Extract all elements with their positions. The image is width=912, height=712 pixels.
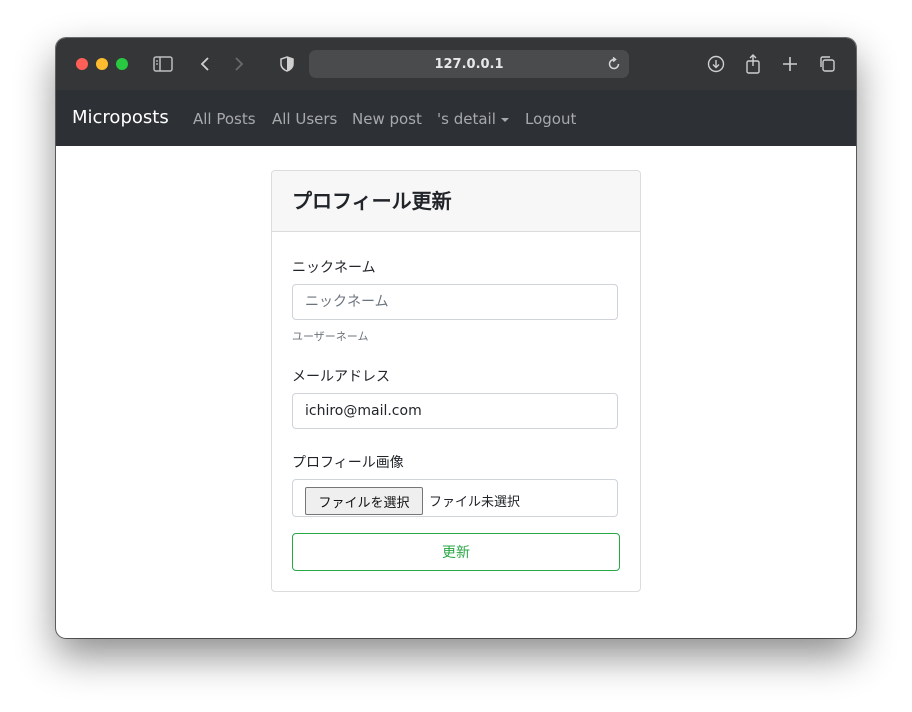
brand-link[interactable]: Microposts	[72, 107, 169, 128]
card-header: プロフィール更新	[272, 171, 640, 232]
email-input[interactable]	[292, 393, 618, 429]
minimize-window-button[interactable]	[96, 58, 108, 70]
nav-logout[interactable]: Logout	[525, 110, 576, 128]
update-button[interactable]: 更新	[292, 533, 620, 571]
browser-window: 127.0.0.1 Microposts All Posts All Users…	[56, 38, 856, 638]
nav-new-post[interactable]: New post	[352, 110, 422, 128]
profile-image-file-input: ファイルを選択 ファイル未選択	[292, 479, 618, 517]
close-window-button[interactable]	[76, 58, 88, 70]
profile-update-card: プロフィール更新 ニックネーム ユーザーネーム メールアドレス プロフィール画像…	[271, 170, 641, 592]
file-status-text: ファイル未選択	[429, 495, 521, 510]
site-navbar: Microposts All Posts All Users New post …	[56, 90, 856, 146]
nav-all-posts[interactable]: All Posts	[193, 110, 256, 128]
shield-icon[interactable]	[276, 53, 298, 75]
url-text: 127.0.0.1	[434, 56, 504, 72]
browser-toolbar: 127.0.0.1	[56, 38, 856, 91]
reload-icon[interactable]	[607, 56, 621, 76]
page-title: プロフィール更新	[292, 189, 452, 213]
nickname-input[interactable]	[292, 284, 618, 320]
nickname-label: ニックネーム	[292, 260, 376, 276]
tabs-icon[interactable]	[816, 53, 838, 75]
nickname-help-text: ユーザーネーム	[292, 330, 369, 343]
chevron-right-icon[interactable]	[228, 53, 250, 75]
address-bar[interactable]: 127.0.0.1	[309, 50, 629, 78]
zoom-window-button[interactable]	[116, 58, 128, 70]
sidebar-icon[interactable]	[152, 53, 174, 75]
share-icon[interactable]	[742, 53, 764, 75]
download-icon[interactable]	[705, 53, 727, 75]
caret-down-icon	[501, 118, 509, 122]
choose-file-button[interactable]: ファイルを選択	[305, 487, 423, 515]
email-label: メールアドレス	[292, 369, 390, 385]
plus-icon[interactable]	[779, 53, 801, 75]
chevron-left-icon[interactable]	[194, 53, 216, 75]
profile-image-label: プロフィール画像	[292, 455, 404, 471]
nav-all-users[interactable]: All Users	[272, 110, 337, 128]
nav-user-detail-dropdown[interactable]: 's detail	[437, 110, 496, 128]
